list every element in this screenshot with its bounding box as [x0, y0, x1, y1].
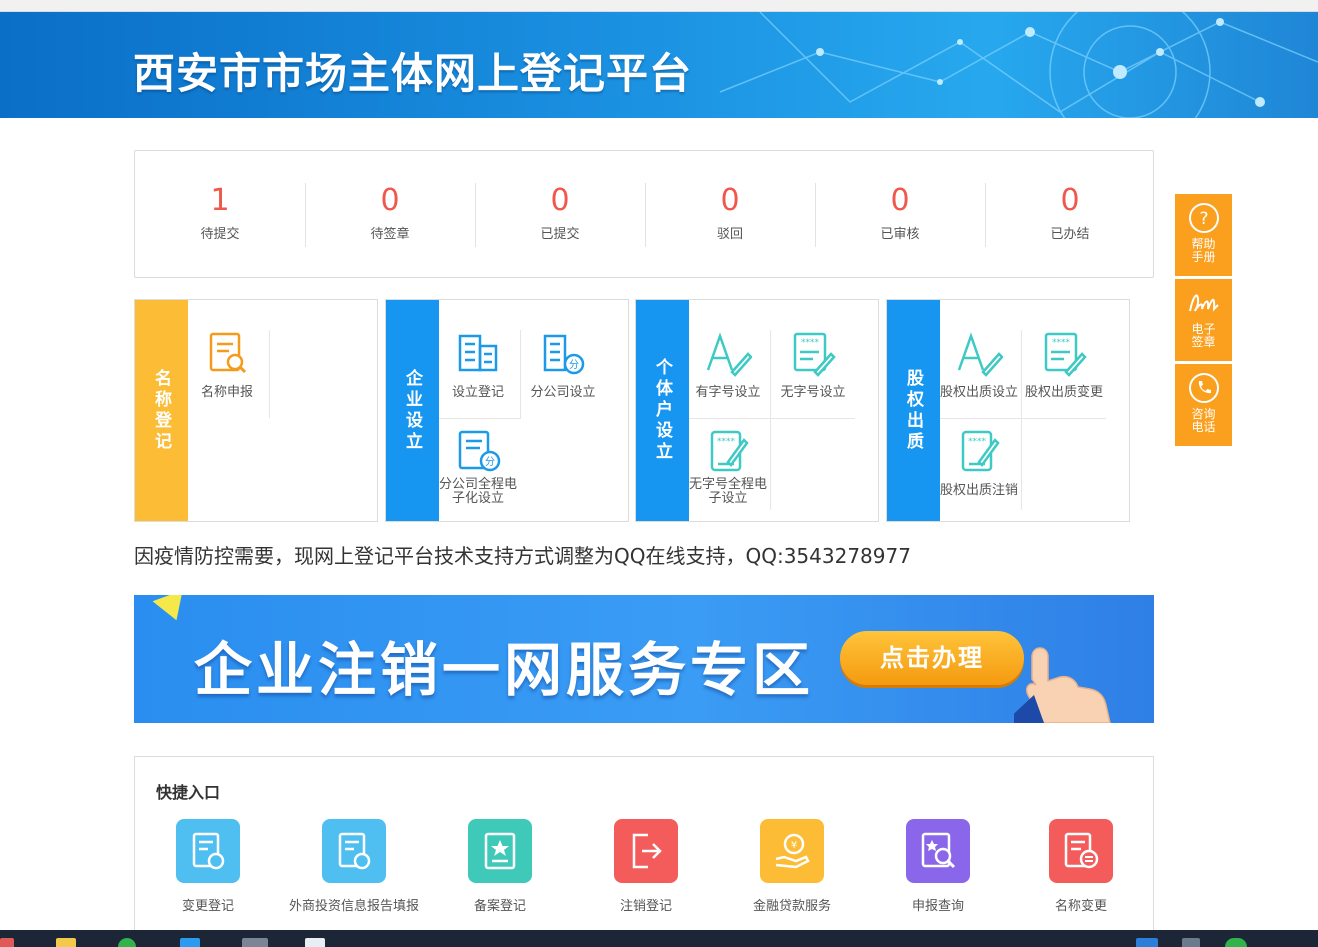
quick-entry-title: 快捷入口 — [156, 783, 221, 802]
report-doc-icon — [322, 819, 386, 883]
float-consult-phone[interactable]: 咨询电话 — [1175, 364, 1232, 446]
search-doc-icon — [906, 819, 970, 883]
stat-label: 已提交 — [540, 227, 580, 242]
loan-hand-icon: ¥ — [760, 819, 824, 883]
stat-rejected[interactable]: 0 驳回 — [645, 183, 815, 247]
quick-item-foreign-report[interactable]: 外商投资信息报告填报 — [281, 819, 427, 914]
tile-branch-setup[interactable]: 分 分公司设立 — [521, 330, 605, 400]
taskbar-doc-icon[interactable] — [305, 938, 325, 947]
panel-side-label: 企业设立 — [386, 300, 439, 521]
building-icon — [458, 334, 498, 372]
name-change-icon — [1049, 819, 1113, 883]
svg-text:分: 分 — [485, 456, 495, 468]
svg-text:分: 分 — [569, 359, 579, 371]
doc-pen-icon: **** — [793, 332, 836, 377]
svg-text:****: **** — [968, 437, 987, 447]
float-e-signature[interactable]: 电子签章 — [1175, 279, 1232, 361]
tile-pledge-change[interactable]: **** 股权出质变更 — [1022, 330, 1106, 400]
tile-unnamed-setup[interactable]: **** 无字号设立 — [771, 330, 855, 400]
tablet-pen-icon: **** — [710, 430, 749, 472]
svg-text:****: **** — [801, 338, 820, 348]
panel-individual-setup: 个体户设立 有字号设立 **** 无字号设立 **** 无字号全程电子设立 — [635, 299, 879, 522]
float-label: 咨询电话 — [1191, 407, 1216, 434]
stat-value: 0 — [890, 183, 910, 218]
stat-label: 已办结 — [1050, 227, 1090, 242]
quick-item-report-query[interactable]: 申报查询 — [865, 819, 1011, 914]
network-graphic — [719, 12, 1318, 118]
stat-value: 0 — [1060, 183, 1080, 218]
panel-enterprise-setup: 企业设立 设立登记 分 分公司设立 分 分公司全程电子化设立 — [385, 299, 629, 522]
tablet-pen-icon: **** — [961, 430, 1000, 472]
taskbar-window-icon[interactable] — [242, 938, 268, 947]
page-title: 西安市市场主体网上登记平台 — [133, 49, 693, 98]
header-banner: 西安市市场主体网上登记平台 — [0, 12, 1318, 118]
question-icon: ? — [1188, 203, 1219, 233]
signature-icon — [1188, 294, 1219, 312]
float-label: 电子签章 — [1191, 322, 1216, 349]
panel-side-label: 个体户设立 — [636, 300, 689, 521]
pointing-hand-icon — [1014, 647, 1111, 723]
flag-decoration — [152, 595, 192, 626]
stat-value: 0 — [380, 183, 400, 218]
svg-text:¥: ¥ — [791, 840, 797, 851]
quick-item-cancel-registration[interactable]: 注销登记 — [573, 819, 719, 914]
svg-text:****: **** — [1052, 338, 1071, 348]
panel-equity-pledge: 股权出质 股权出质设立 **** 股权出质变更 **** 股权出质注销 — [886, 299, 1130, 522]
taskbar-folder-icon[interactable] — [56, 938, 76, 947]
taskbar-app-icon[interactable] — [0, 938, 14, 947]
tile-branch-e-setup[interactable]: 分 分公司全程电子化设立 — [436, 428, 520, 506]
stat-pending-sign[interactable]: 0 待签章 — [305, 183, 475, 247]
tile-name-application[interactable]: 名称申报 — [185, 330, 269, 400]
svg-text:****: **** — [717, 437, 736, 447]
stat-label: 待签章 — [370, 227, 410, 242]
doc-pen-icon: **** — [1044, 332, 1087, 377]
quick-item-record-registration[interactable]: 备案登记 — [427, 819, 573, 914]
taskbar-app-icon[interactable] — [180, 938, 200, 947]
svg-text:?: ? — [1199, 209, 1208, 229]
doc-branch-icon: 分 — [458, 430, 501, 472]
panel-name-registration: 名称登记 名称申报 — [134, 299, 378, 522]
panel-side-label: 股权出质 — [887, 300, 940, 521]
float-label: 帮助手册 — [1191, 237, 1216, 264]
promo-banner[interactable]: 企业注销一网服务专区 点击办理 — [134, 595, 1154, 723]
float-help-manual[interactable]: ? 帮助手册 — [1175, 194, 1232, 276]
stat-submitted[interactable]: 0 已提交 — [475, 183, 645, 247]
browser-top-strip — [0, 0, 1318, 12]
promo-action-button[interactable]: 点击办理 — [840, 631, 1024, 685]
taskbar-tray-icon[interactable] — [1182, 938, 1200, 947]
quick-entry-panel: 快捷入口 变更登记 外商投资信息报告填报 备案登记 注销登记 ¥ 金融贷款服务 — [134, 756, 1154, 936]
notice-text: 因疫情防控需要，现网上登记平台技术支持方式调整为QQ在线支持，QQ:354327… — [134, 544, 911, 568]
panel-side-label: 名称登记 — [135, 300, 188, 521]
stat-label: 驳回 — [716, 227, 743, 242]
tile-pledge-setup[interactable]: 股权出质设立 — [937, 330, 1021, 400]
stat-label: 已审核 — [880, 227, 920, 242]
stat-reviewed[interactable]: 0 已审核 — [815, 183, 985, 247]
doc-search-icon — [209, 332, 247, 374]
stat-label: 待提交 — [200, 227, 240, 242]
stat-pending-submit[interactable]: 1 待提交 — [135, 183, 305, 247]
tile-pledge-cancel[interactable]: **** 股权出质注销 — [937, 428, 1021, 498]
stat-value: 0 — [550, 183, 570, 218]
stat-value: 0 — [720, 183, 740, 218]
promo-title: 企业注销一网服务专区 — [194, 636, 815, 704]
taskbar-tray-icon[interactable] — [1136, 938, 1158, 947]
change-doc-icon — [176, 819, 240, 883]
taskbar-tray-icon[interactable] — [1225, 938, 1247, 947]
tile-named-setup[interactable]: 有字号设立 — [686, 330, 770, 400]
letter-pen-icon — [706, 332, 752, 377]
quick-item-loan-service[interactable]: ¥ 金融贷款服务 — [719, 819, 865, 914]
stat-completed[interactable]: 0 已办结 — [985, 183, 1155, 247]
quick-item-change-registration[interactable]: 变更登记 — [135, 819, 281, 914]
phone-icon — [1188, 373, 1219, 403]
letter-pen-icon — [957, 332, 1003, 377]
record-star-icon — [468, 819, 532, 883]
tile-unnamed-e-setup[interactable]: **** 无字号全程电子设立 — [686, 428, 770, 506]
stat-value: 1 — [210, 183, 230, 218]
status-summary: 1 待提交 0 待签章 0 已提交 0 驳回 0 已审核 0 已办结 — [134, 150, 1154, 278]
tile-setup-registration[interactable]: 设立登记 — [436, 330, 520, 400]
branch-building-icon: 分 — [543, 334, 585, 375]
exit-icon — [614, 819, 678, 883]
quick-item-name-change[interactable]: 名称变更 — [1008, 819, 1154, 914]
